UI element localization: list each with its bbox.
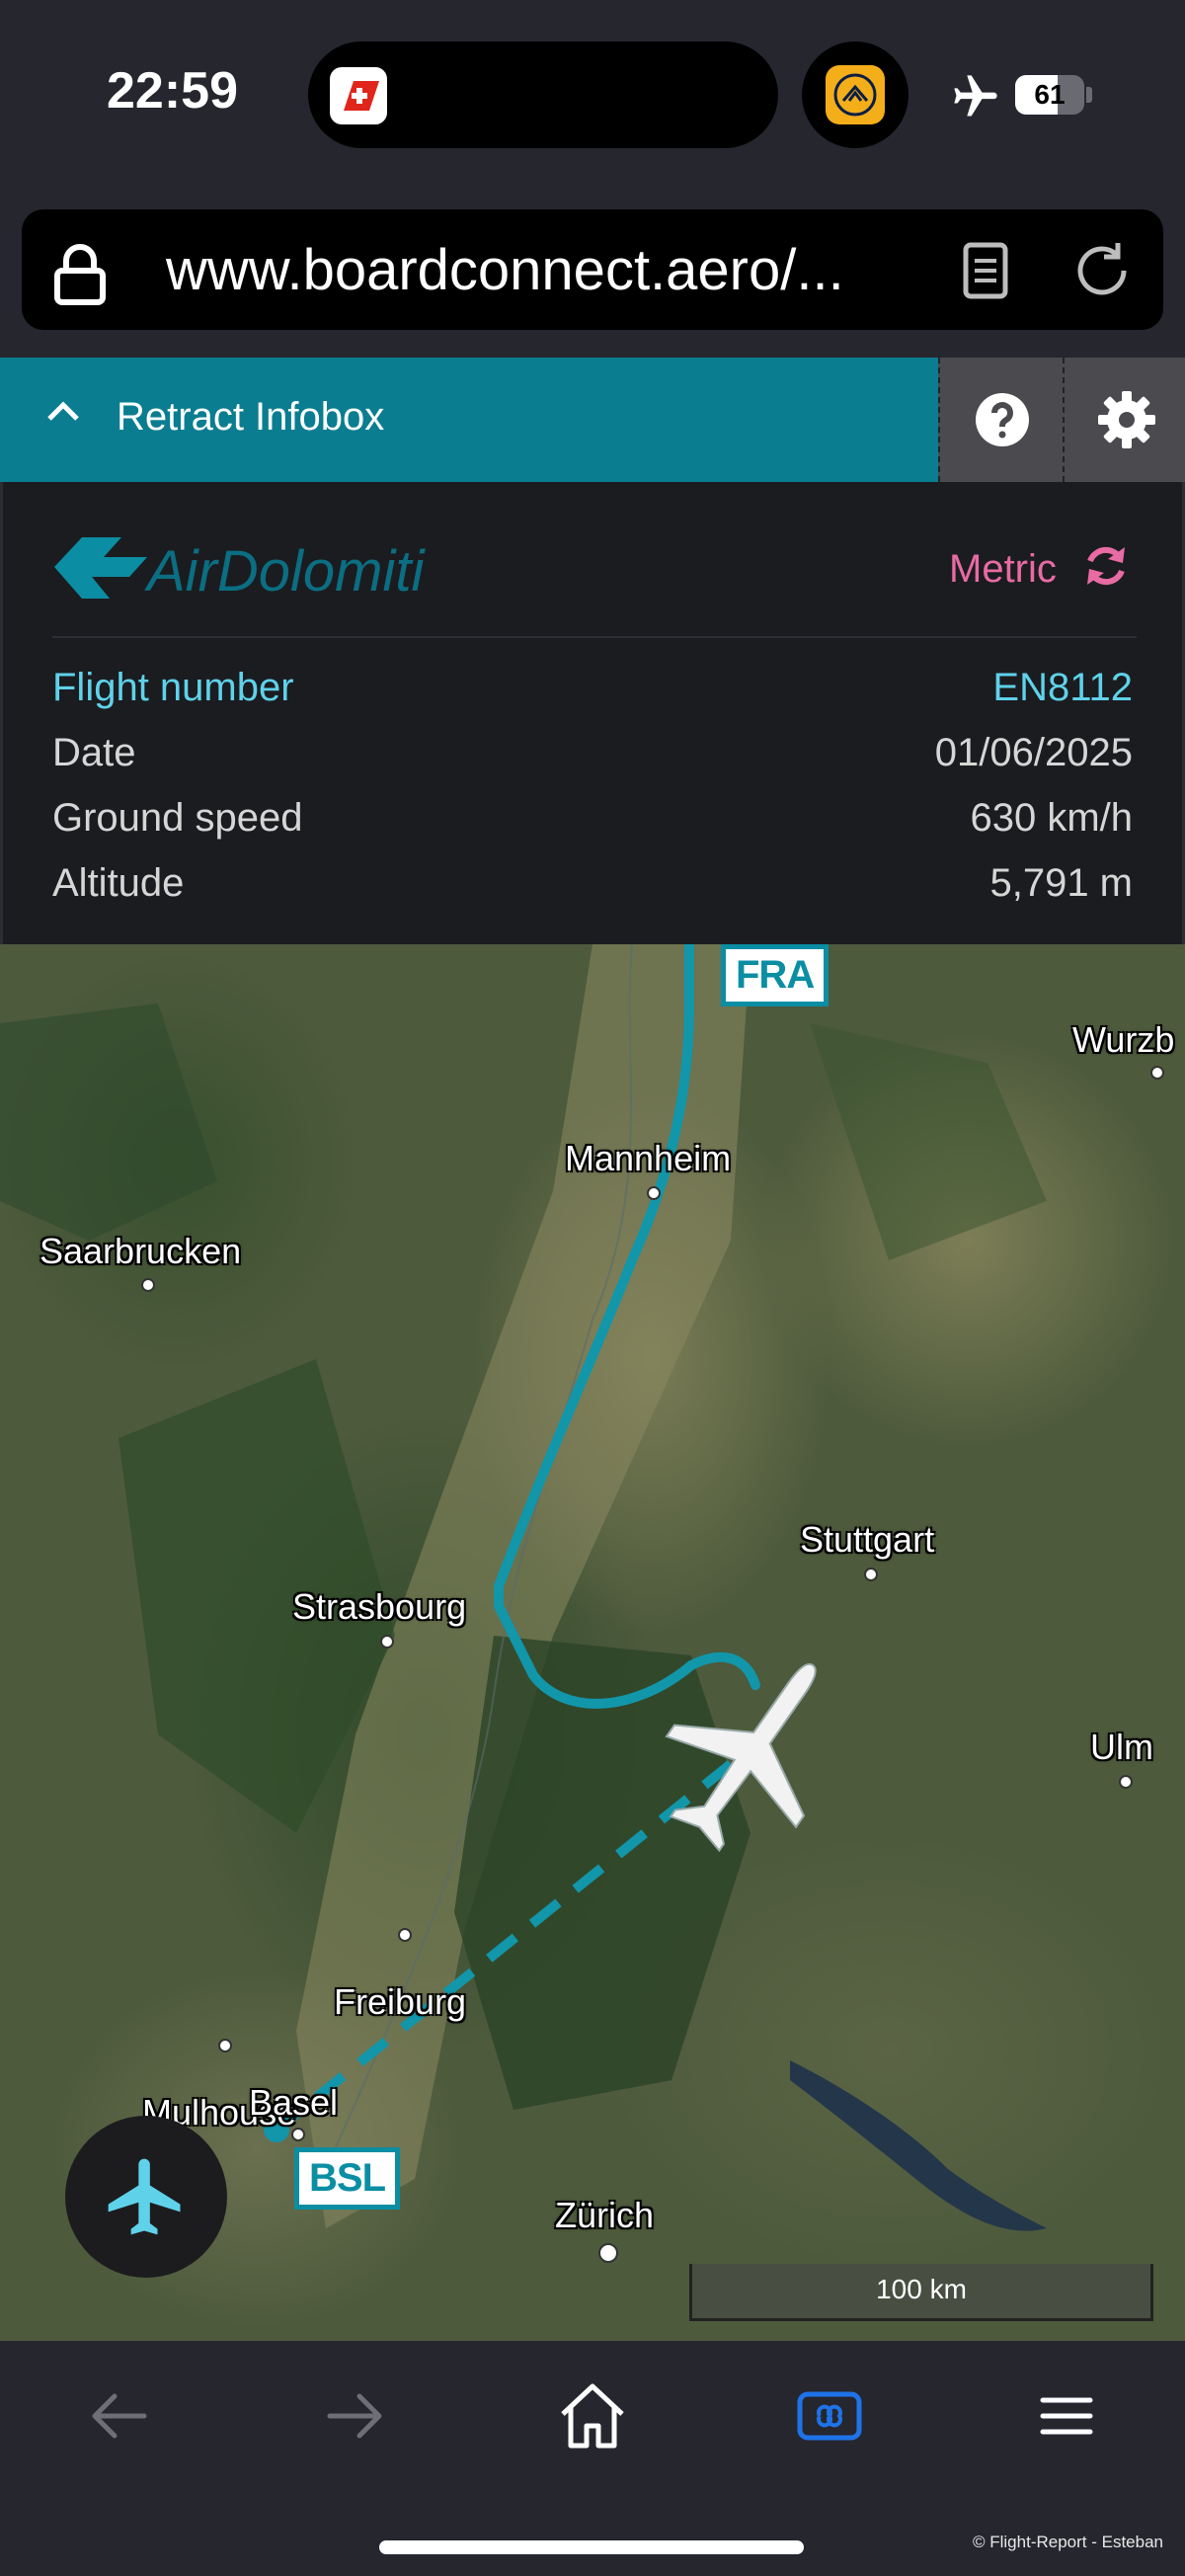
airplane-mode-icon <box>954 75 997 117</box>
origin-airport-badge[interactable]: BSL <box>294 2147 400 2210</box>
battery-cap <box>1086 87 1092 103</box>
status-time: 22:59 <box>107 62 238 120</box>
city-label-strasbourg: Strasbourg <box>292 1586 467 1627</box>
city-label-basel: Basel <box>249 2082 339 2123</box>
home-indicator[interactable] <box>379 2540 804 2554</box>
flight-number-label: Flight number <box>52 666 294 709</box>
gear-icon <box>1098 391 1155 448</box>
unit-toggle[interactable]: Metric <box>949 547 1057 592</box>
refresh-icon[interactable] <box>1081 541 1131 591</box>
city-label-saarbrucken: Saarbrucken <box>40 1231 242 1271</box>
altitude-value: 5,791 m <box>989 861 1133 905</box>
home-icon[interactable] <box>553 2376 632 2455</box>
date-label: Date <box>52 731 136 774</box>
url-text[interactable]: www.boardconnect.aero/... <box>166 237 844 303</box>
date-value: 01/06/2025 <box>934 731 1133 774</box>
city-label-stuttgart: Stuttgart <box>800 1519 935 1560</box>
destination-airport-badge[interactable]: FRA <box>721 944 830 1006</box>
forward-arrow-icon[interactable] <box>316 2376 395 2455</box>
help-button[interactable] <box>938 358 1063 482</box>
battery-indicator: 61 <box>1015 75 1084 115</box>
back-arrow-icon[interactable] <box>79 2376 158 2455</box>
reader-icon[interactable] <box>962 241 1009 300</box>
swiss-app-icon[interactable] <box>330 67 387 124</box>
battery-level: 61 <box>1034 79 1066 110</box>
city-label-freiburg: Freiburg <box>334 1981 467 2022</box>
tabs-icon[interactable] <box>790 2376 869 2455</box>
lufthansa-app-icon[interactable] <box>826 65 885 124</box>
city-label-zurich: Zürich <box>555 2195 655 2235</box>
flight-number-value: EN8112 <box>992 666 1133 709</box>
ground-speed-label: Ground speed <box>52 796 303 840</box>
infobox-divider <box>52 636 1137 638</box>
airplane-icon <box>108 2158 181 2235</box>
chevron-up-icon <box>47 401 79 421</box>
map-scale-label: 100 km <box>876 2274 967 2304</box>
copyright-watermark: © Flight-Report - Esteban <box>973 2533 1163 2551</box>
infobox-panel: AirDolomiti Metric Flight number EN8112 … <box>0 482 1185 944</box>
altitude-label: Altitude <box>52 861 185 905</box>
infobox-header: Retract Infobox <box>0 358 1185 482</box>
flight-map[interactable]: FRA BSL Wurzb Mannheim Saarbrucken Stutt… <box>0 944 1185 2341</box>
settings-button[interactable] <box>1063 358 1185 482</box>
ground-speed-value: 630 km/h <box>970 796 1133 840</box>
menu-icon[interactable] <box>1027 2376 1106 2455</box>
airdolomiti-logo: AirDolomiti <box>54 537 426 604</box>
retract-infobox-button[interactable]: Retract Infobox <box>0 358 938 482</box>
lock-icon <box>54 244 106 305</box>
city-label-wurzburg: Wurzb <box>1072 1019 1175 1060</box>
address-bar[interactable]: www.boardconnect.aero/... <box>22 209 1163 330</box>
status-bar: 22:59 61 <box>0 0 1185 198</box>
reload-icon[interactable] <box>1070 239 1134 302</box>
retract-infobox-label: Retract Infobox <box>117 395 385 439</box>
city-label-mannheim: Mannheim <box>565 1138 732 1178</box>
svg-text:AirDolomiti: AirDolomiti <box>144 539 426 604</box>
map-scale-bar: 100 km <box>689 2264 1153 2321</box>
center-aircraft-button[interactable] <box>65 2116 227 2278</box>
city-label-ulm: Ulm <box>1090 1727 1153 1767</box>
help-icon <box>976 393 1029 446</box>
